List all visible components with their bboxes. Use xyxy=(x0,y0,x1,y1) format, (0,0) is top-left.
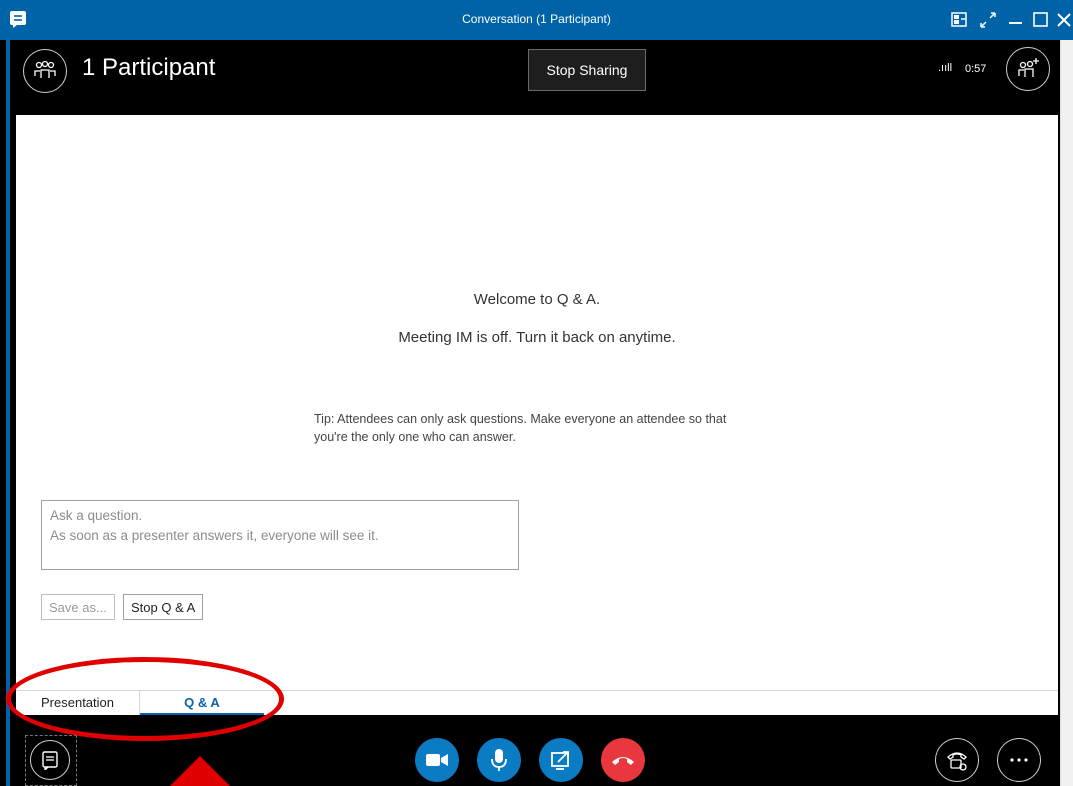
phone-settings-icon xyxy=(947,752,967,771)
pop-out-icon[interactable] xyxy=(950,10,970,30)
add-people-button[interactable] xyxy=(1006,47,1050,91)
scrollbar[interactable] xyxy=(1060,40,1073,786)
highlight-ellipse xyxy=(6,657,284,741)
conversation-header: 1 Participant Stop Sharing .ııll 0:57 xyxy=(10,40,1073,114)
minimize-icon[interactable] xyxy=(1006,10,1026,30)
fullscreen-icon[interactable] xyxy=(978,10,998,30)
window-border xyxy=(6,40,10,786)
stop-qa-button[interactable]: Stop Q & A xyxy=(123,594,204,620)
devices-button[interactable] xyxy=(935,738,979,782)
im-status-message: Meeting IM is off. Turn it back on anyti… xyxy=(398,329,676,346)
more-options-button[interactable] xyxy=(997,738,1041,782)
call-timer: 0:57 xyxy=(965,63,987,75)
im-button[interactable] xyxy=(30,740,70,780)
tip-line-1: Tip: Attendees can only ask questions. M… xyxy=(314,412,727,426)
mic-button[interactable] xyxy=(477,738,521,782)
tip-line-2: you're the only one who can answer. xyxy=(314,430,516,444)
question-input[interactable]: Ask a question. As soon as a presenter a… xyxy=(41,500,519,570)
hang-up-icon xyxy=(612,757,634,765)
participants-button[interactable] xyxy=(23,49,67,93)
share-screen-icon xyxy=(551,751,569,770)
video-button[interactable] xyxy=(415,738,459,782)
more-options-icon xyxy=(1010,758,1028,762)
tip-text: Tip: Attendees can only ask questions. M… xyxy=(314,410,784,446)
add-people-icon xyxy=(1018,58,1039,77)
maximize-icon[interactable] xyxy=(1031,10,1051,30)
people-icon xyxy=(34,60,56,78)
participant-count: 1 Participant xyxy=(82,54,216,81)
share-screen-button[interactable] xyxy=(539,738,583,782)
microphone-icon xyxy=(491,749,507,771)
highlight-arrow xyxy=(168,756,232,786)
hang-up-button[interactable] xyxy=(601,738,645,782)
question-placeholder-1: Ask a question. xyxy=(50,508,143,523)
save-as-button[interactable]: Save as... xyxy=(41,594,115,620)
question-placeholder-2: As soon as a presenter answers it, every… xyxy=(50,528,379,543)
close-icon[interactable] xyxy=(1054,10,1073,30)
signal-strength-icon: .ııll xyxy=(938,62,953,74)
window-title: Conversation (1 Participant) xyxy=(462,12,611,26)
title-bar: Conversation (1 Participant) xyxy=(0,0,1073,40)
stop-sharing-button[interactable]: Stop Sharing xyxy=(528,49,646,91)
qa-panel: Welcome to Q & A. Meeting IM is off. Tur… xyxy=(16,115,1058,715)
instant-message-icon xyxy=(42,751,58,770)
welcome-message: Welcome to Q & A. xyxy=(473,291,601,308)
video-camera-icon xyxy=(426,754,448,766)
